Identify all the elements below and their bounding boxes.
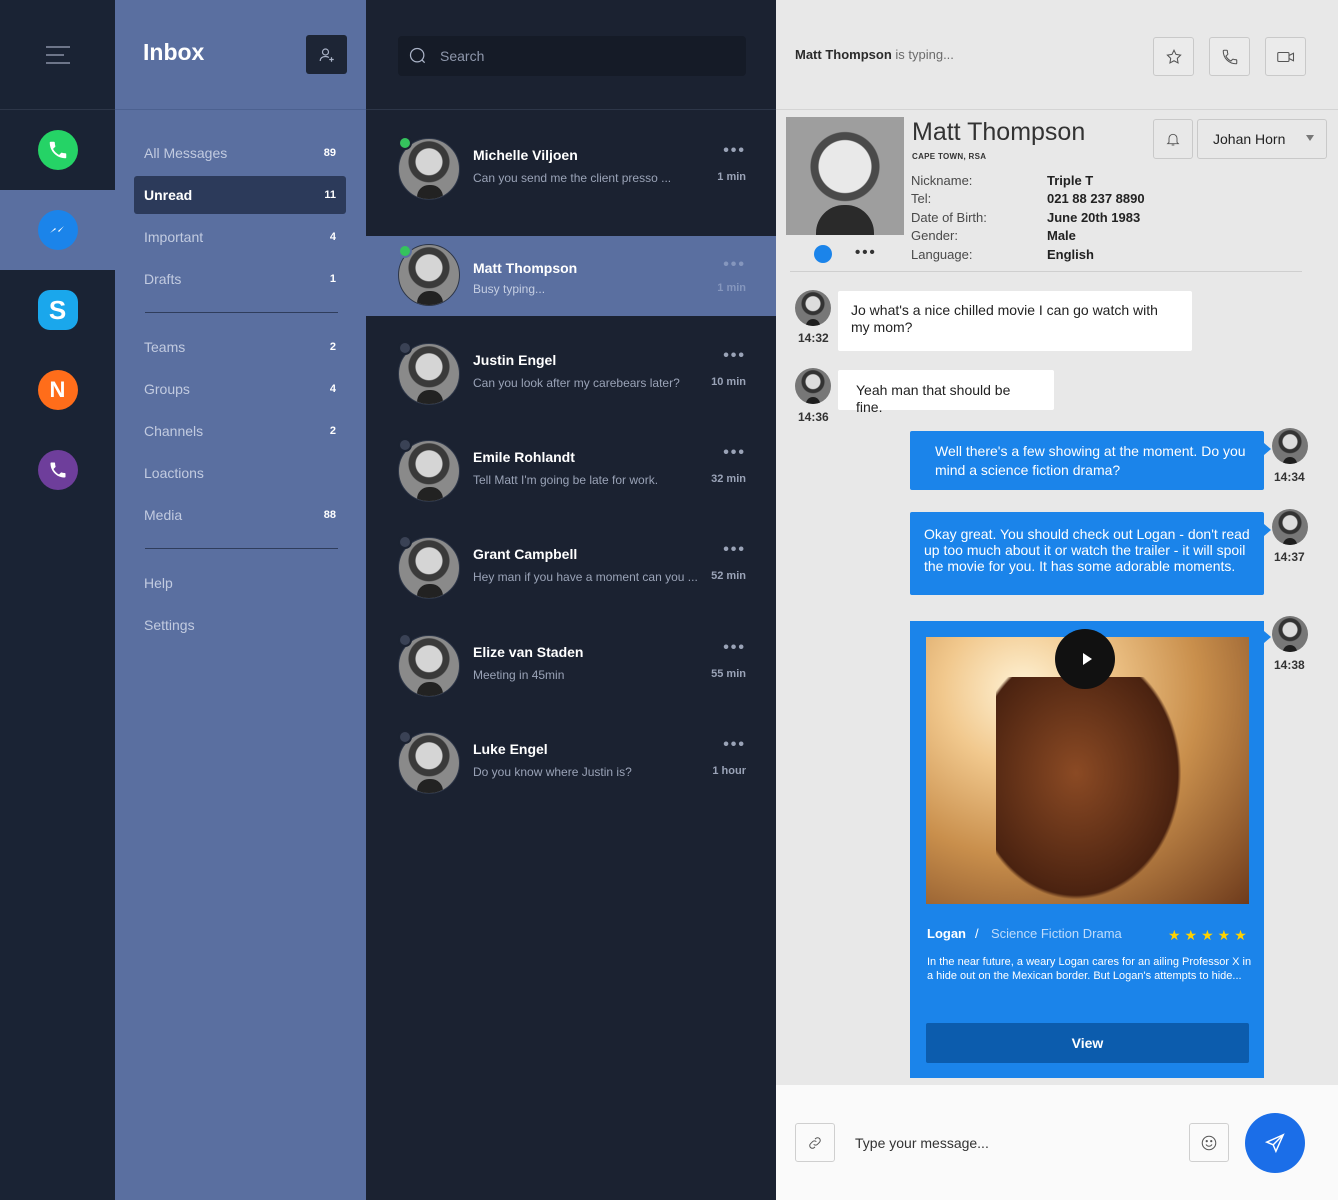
- app-rail: S N: [0, 0, 115, 1200]
- conversation-item[interactable]: Luke Engel Do you know where Justin is? …: [366, 722, 776, 802]
- more-icon[interactable]: •••: [723, 541, 746, 559]
- folder-channels[interactable]: Channels 2: [134, 412, 346, 450]
- avatar: [1272, 428, 1308, 464]
- send-icon: [1264, 1133, 1285, 1154]
- folder-panel: Inbox All Messages 89 Unread 11 Important 4…: [115, 0, 366, 1200]
- viber-icon: [37, 450, 78, 490]
- inbox-title: Inbox: [143, 39, 205, 65]
- more-icon[interactable]: •••: [723, 736, 746, 754]
- assignee-dropdown[interactable]: Johan Horn: [1197, 119, 1327, 159]
- attach-button[interactable]: [795, 1123, 835, 1162]
- star-icon: [1165, 48, 1182, 64]
- movie-title: Logan: [927, 926, 966, 941]
- app-whatsapp[interactable]: [0, 110, 115, 190]
- movie-card: Logan / Science Fiction Drama ★★★★★ In t…: [910, 621, 1271, 1078]
- folder-important[interactable]: Important 4: [134, 218, 346, 256]
- avatar: [795, 290, 831, 326]
- view-button[interactable]: View: [926, 1023, 1249, 1063]
- skype-icon: S: [37, 290, 78, 330]
- divider: [145, 312, 338, 313]
- search-box[interactable]: [398, 36, 746, 76]
- incoming-message: Jo what's a nice chilled movie I can go …: [838, 291, 1192, 351]
- conversation-item[interactable]: Matt Thompson Busy typing... ••• 1 min: [366, 236, 776, 316]
- folder-unread[interactable]: Unread 11: [134, 176, 346, 214]
- add-user-icon: [319, 47, 334, 62]
- link-icon: [809, 1136, 821, 1149]
- profile-photo: [786, 117, 904, 235]
- app-viber[interactable]: [0, 430, 115, 510]
- call-button[interactable]: [1209, 37, 1250, 76]
- more-icon[interactable]: •••: [723, 444, 746, 462]
- profile-name: Matt Thompson: [912, 118, 1086, 146]
- folder-help[interactable]: Help: [134, 564, 346, 602]
- conversation-list: Michelle Viljoen Can you send me the cli…: [366, 0, 776, 1200]
- more-icon[interactable]: •••: [723, 639, 746, 657]
- folder-settings[interactable]: Settings: [134, 606, 346, 644]
- conversation-item[interactable]: Justin Engel Can you look after my careb…: [366, 333, 776, 413]
- divider: [790, 271, 1302, 272]
- app-n[interactable]: N: [0, 350, 115, 430]
- notification-button[interactable]: [1153, 119, 1193, 159]
- folder-teams[interactable]: Teams 2: [134, 328, 346, 366]
- more-icon[interactable]: •••: [723, 256, 746, 274]
- add-contact-button[interactable]: [306, 35, 347, 74]
- n-app-icon: N: [37, 370, 78, 410]
- dropdown-caret-icon: [1306, 135, 1314, 141]
- offline-status-dot: [398, 438, 412, 452]
- search-input[interactable]: [440, 48, 720, 64]
- play-button[interactable]: [1055, 629, 1115, 689]
- folder-list: All Messages 89 Unread 11 Important 4 Draft…: [134, 134, 346, 648]
- conversation-item[interactable]: Grant Campbell Hey man if you have a mom…: [366, 527, 776, 607]
- phone-icon: [1222, 49, 1237, 64]
- movie-description: In the near future, a weary Logan cares …: [927, 956, 1252, 982]
- conversation-item[interactable]: Michelle Viljoen Can you send me the cli…: [366, 128, 776, 208]
- message-composer: [776, 1085, 1338, 1200]
- folder-locations[interactable]: Loactions: [134, 454, 346, 492]
- conversation-item[interactable]: Elize van Staden Meeting in 45min ••• 55…: [366, 625, 776, 705]
- menu-icon[interactable]: [45, 45, 70, 64]
- avatar: [1272, 509, 1308, 545]
- rating-stars: ★★★★★: [1168, 927, 1251, 943]
- folder-all-messages[interactable]: All Messages 89: [134, 134, 346, 172]
- more-icon[interactable]: •••: [723, 347, 746, 365]
- offline-status-dot: [398, 535, 412, 549]
- incoming-message: Yeah man that should be fine.: [838, 370, 1054, 415]
- bell-icon: [1166, 133, 1180, 146]
- message-input[interactable]: [855, 1125, 1175, 1161]
- profile-location: CAPE TOWN, RSA: [912, 152, 987, 161]
- emoji-button[interactable]: [1189, 1123, 1229, 1162]
- online-status-dot: [398, 244, 412, 258]
- folder-drafts[interactable]: Drafts 1: [134, 260, 346, 298]
- typing-indicator: Matt Thompson is typing...: [795, 47, 954, 62]
- app-messenger[interactable]: [0, 190, 115, 270]
- favorite-button[interactable]: [1153, 37, 1194, 76]
- search-icon: [409, 47, 426, 64]
- folder-media[interactable]: Media 88: [134, 496, 346, 534]
- video-camera-icon: [1276, 51, 1294, 62]
- outgoing-message: Okay great. You should check out Logan -…: [910, 512, 1271, 595]
- divider: [145, 548, 338, 549]
- offline-status-dot: [398, 341, 412, 355]
- messenger-icon[interactable]: [814, 245, 832, 263]
- avatar: [795, 368, 831, 404]
- smiley-icon: [1201, 1135, 1217, 1150]
- more-options-icon[interactable]: •••: [855, 244, 877, 261]
- online-status-dot: [398, 136, 412, 150]
- conversation-item[interactable]: Emile Rohlandt Tell Matt I'm going be la…: [366, 430, 776, 510]
- more-icon[interactable]: •••: [723, 142, 746, 160]
- video-call-button[interactable]: [1265, 37, 1306, 76]
- profile-details: Nickname: Triple T Tel: 021 88 237 8890 Da…: [911, 172, 1145, 262]
- avatar: [1272, 616, 1308, 652]
- offline-status-dot: [398, 633, 412, 647]
- send-button[interactable]: [1245, 1113, 1305, 1173]
- messenger-icon: [37, 210, 78, 250]
- outgoing-message: Well there's a few showing at the moment…: [910, 431, 1271, 490]
- offline-status-dot: [398, 730, 412, 744]
- chat-panel: Matt Thompson is typing... Matt Thompson…: [776, 0, 1338, 1200]
- folder-groups[interactable]: Groups 4: [134, 370, 346, 408]
- app-skype[interactable]: S: [0, 270, 115, 350]
- movie-genre: Science Fiction Drama: [991, 926, 1122, 941]
- whatsapp-icon: [37, 130, 78, 170]
